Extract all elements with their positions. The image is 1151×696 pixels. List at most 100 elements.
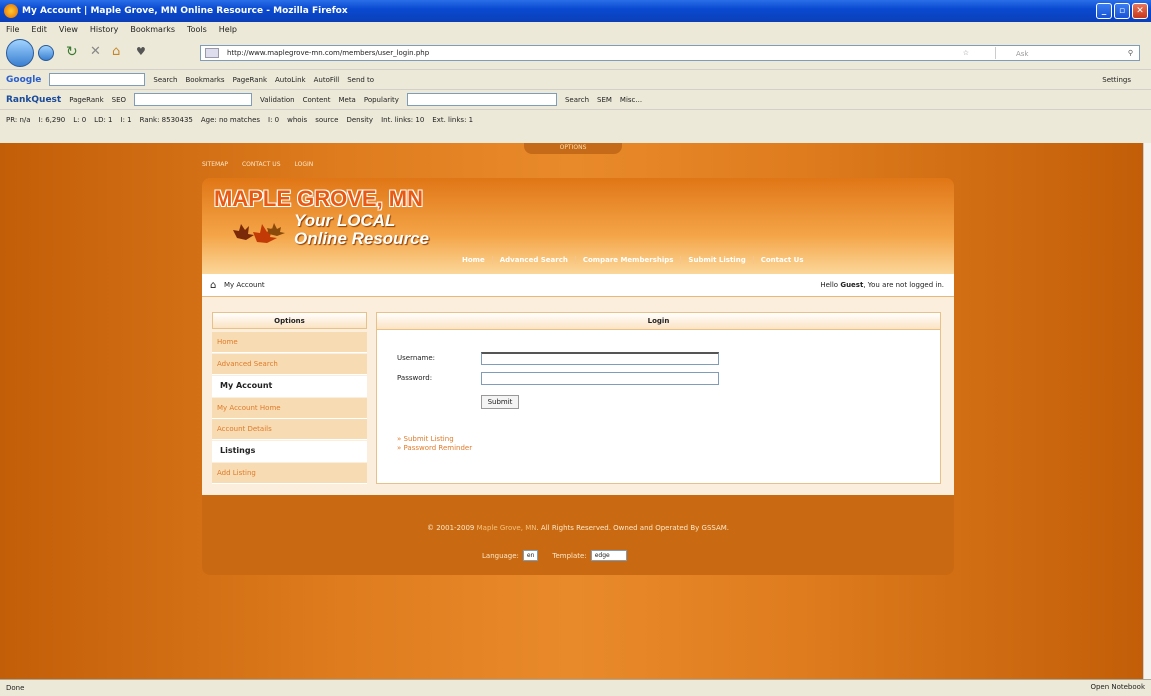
rq-popularity[interactable]: Popularity: [364, 96, 399, 104]
rq-sem[interactable]: SEM: [597, 96, 612, 104]
password-field[interactable]: [481, 372, 719, 385]
options-tab[interactable]: OPTIONS: [524, 143, 622, 154]
sitemap-link[interactable]: SITEMAP: [202, 161, 228, 168]
back-button[interactable]: [6, 39, 34, 67]
seo-toolbar: PR: n/a I: 6,290 L: 0 LD: 1 I: 1 Rank: 8…: [0, 109, 1151, 129]
sidebar-title: Options: [212, 312, 367, 329]
home-icon[interactable]: ⌂: [112, 44, 120, 59]
window-titlebar: My Account | Maple Grove, MN Online Reso…: [0, 0, 1151, 22]
vertical-scrollbar[interactable]: [1143, 143, 1151, 679]
template-select[interactable]: edge: [590, 550, 627, 561]
copyright-suffix: . All Rights Reserved. Owned and Operate…: [536, 524, 730, 532]
star-icon[interactable]: ☆: [963, 46, 969, 60]
seo-item[interactable]: I: 0: [268, 116, 279, 124]
seo-item[interactable]: source: [315, 116, 338, 124]
seo-item[interactable]: Density: [346, 116, 373, 124]
login-link[interactable]: LOGIN: [295, 161, 314, 168]
open-notebook-link[interactable]: Open Notebook: [1090, 683, 1145, 691]
rq-search[interactable]: Search: [565, 96, 589, 104]
seo-item[interactable]: PR: n/a: [6, 116, 31, 124]
rq-select[interactable]: [134, 93, 253, 106]
seo-item[interactable]: I: 1: [121, 116, 132, 124]
seo-item[interactable]: whois: [287, 116, 307, 124]
seo-item[interactable]: Ext. links: 1: [432, 116, 473, 124]
search-icon[interactable]: ⚲: [1128, 46, 1133, 60]
seo-item[interactable]: L: 0: [73, 116, 86, 124]
status-bar: Done Open Notebook: [0, 679, 1151, 696]
greeting-name: Guest: [840, 281, 864, 289]
site-logo-title: MAPLE GROVE, MN: [214, 186, 424, 211]
rq-search-input[interactable]: [406, 93, 557, 106]
google-toolbar: Google Search Bookmarks PageRank AutoLin…: [0, 69, 1151, 89]
menu-history[interactable]: History: [90, 25, 118, 34]
contact-us-link[interactable]: CONTACT US: [242, 161, 281, 168]
google-search-input[interactable]: [49, 73, 146, 86]
copyright: © 2001-2009 Maple Grove, MN. All Rights …: [202, 524, 954, 532]
maximize-button[interactable]: ▫: [1114, 3, 1130, 19]
password-reminder-link[interactable]: » Password Reminder: [397, 444, 472, 452]
close-button[interactable]: ✕: [1132, 3, 1148, 19]
seo-item[interactable]: LD: 1: [94, 116, 112, 124]
rq-pagerank[interactable]: PageRank: [69, 96, 103, 104]
google-bookmarks[interactable]: Bookmarks: [185, 76, 224, 84]
google-autofill[interactable]: AutoFill: [314, 76, 340, 84]
rq-content[interactable]: Content: [303, 96, 331, 104]
status-text: Done: [6, 684, 25, 692]
username-field[interactable]: [481, 352, 719, 365]
window-title: My Account | Maple Grove, MN Online Reso…: [22, 6, 348, 16]
tagline-line2: Online Resource: [294, 229, 430, 248]
submit-button[interactable]: Submit: [481, 395, 519, 409]
bookmark-icon[interactable]: ♥: [136, 45, 146, 58]
nav-compare-memberships[interactable]: Compare Memberships: [574, 256, 681, 264]
rq-misc[interactable]: Misc...: [620, 96, 642, 104]
nav-advanced-search[interactable]: Advanced Search: [491, 256, 575, 264]
search-field[interactable]: Ask: [995, 47, 1115, 59]
password-reminder-link-label: Password Reminder: [403, 444, 473, 452]
sidebar-item-advanced-search[interactable]: Advanced Search: [212, 354, 367, 375]
sidebar-heading-my-account: My Account: [212, 376, 367, 397]
seo-item[interactable]: Age: no matches: [201, 116, 260, 124]
menu-help[interactable]: Help: [219, 25, 237, 34]
rq-meta[interactable]: Meta: [338, 96, 355, 104]
seo-item[interactable]: Rank: 8530435: [140, 116, 193, 124]
menu-bookmarks[interactable]: Bookmarks: [130, 25, 175, 34]
seo-item[interactable]: Int. links: 10: [381, 116, 424, 124]
menu-tools[interactable]: Tools: [187, 25, 207, 34]
breadcrumb: ⌂ My Account Hello Guest, You are not lo…: [202, 274, 954, 297]
minimize-button[interactable]: _: [1096, 3, 1112, 19]
nav-home[interactable]: Home: [455, 256, 492, 264]
sidebar-item-my-account-home[interactable]: My Account Home: [212, 398, 367, 419]
sidebar-item-account-details[interactable]: Account Details: [212, 419, 367, 440]
main-nav: Home Advanced Search Compare Memberships…: [455, 256, 811, 264]
menu-edit[interactable]: Edit: [31, 25, 47, 34]
footer-selectors: Language: en Template: edge: [482, 550, 627, 561]
rq-validation[interactable]: Validation: [260, 96, 295, 104]
sidebar-item-home[interactable]: Home: [212, 332, 367, 353]
google-pagerank[interactable]: PageRank: [233, 76, 267, 84]
reload-icon[interactable]: ↻: [66, 44, 78, 60]
stop-icon[interactable]: ✕: [90, 44, 101, 59]
nav-submit-listing[interactable]: Submit Listing: [680, 256, 752, 264]
menu-file[interactable]: File: [6, 25, 19, 34]
seo-item[interactable]: I: 6,290: [39, 116, 66, 124]
google-autolink[interactable]: AutoLink: [275, 76, 306, 84]
login-panel: Login Username: Password: Submit » Submi…: [376, 312, 941, 484]
menu-view[interactable]: View: [59, 25, 78, 34]
rq-seo[interactable]: SEO: [112, 96, 126, 104]
address-bar[interactable]: http://www.maplegrove-mn.com/members/use…: [200, 45, 1140, 61]
home-icon[interactable]: ⌂: [210, 280, 216, 291]
submit-listing-link[interactable]: » Submit Listing: [397, 435, 454, 443]
language-select[interactable]: en: [522, 550, 539, 561]
google-logo: Google: [6, 74, 42, 85]
google-settings[interactable]: Settings: [1102, 76, 1131, 84]
google-search[interactable]: Search: [153, 76, 177, 84]
sidebar-item-add-listing[interactable]: Add Listing: [212, 463, 367, 484]
greeting-suffix: , You are not logged in.: [863, 281, 944, 289]
nav-contact-us[interactable]: Contact Us: [752, 256, 811, 264]
site-name-link[interactable]: Maple Grove, MN: [477, 524, 537, 532]
breadcrumb-current[interactable]: My Account: [224, 281, 265, 289]
status-right: Open Notebook: [1090, 683, 1145, 691]
google-sendto[interactable]: Send to: [347, 76, 374, 84]
tagline-line1: Your LOCAL: [294, 211, 396, 230]
forward-button[interactable]: [38, 45, 54, 61]
